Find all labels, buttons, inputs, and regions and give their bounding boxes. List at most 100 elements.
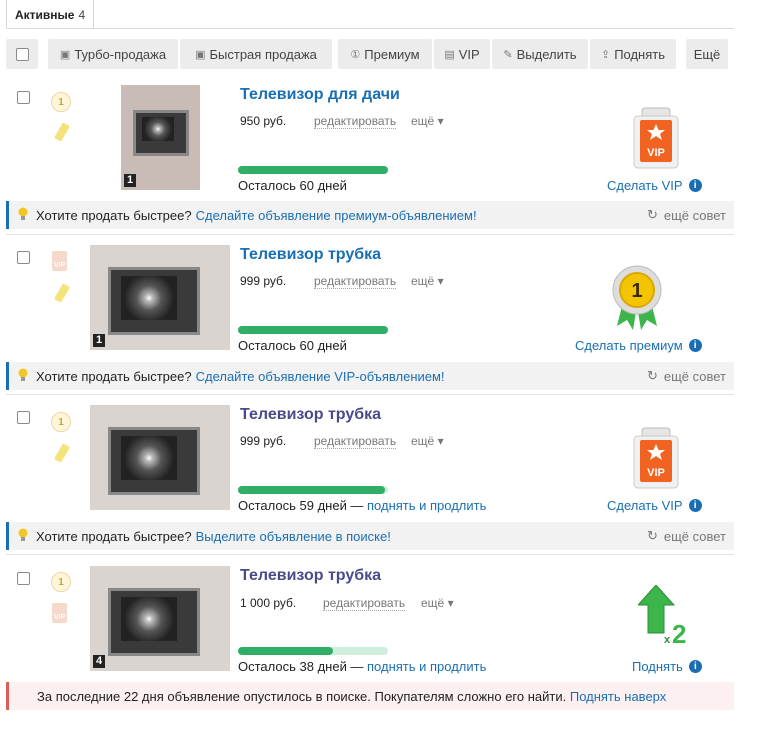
raise-link[interactable]: Поднять i [632, 659, 702, 674]
vip-badge-icon[interactable]: VIP [626, 104, 686, 170]
premium-label: Премиум [364, 46, 420, 62]
vip-badge-text: VIP [647, 147, 665, 159]
remaining-days: Осталось 38 дней — [238, 659, 364, 674]
more-dropdown[interactable]: ещё ▾ [421, 596, 454, 610]
refresh-icon: ↻ [646, 368, 658, 383]
select-all-button[interactable] [6, 39, 38, 69]
more-tip-button[interactable]: ↻ ещё совет [647, 207, 726, 223]
raise-and-extend-link[interactable]: поднять и продлить [367, 659, 486, 674]
tv-body [108, 427, 200, 495]
vip-badge-icon[interactable]: VIP [626, 424, 686, 490]
remaining-progress-fill [238, 647, 333, 655]
info-icon[interactable]: i [688, 339, 702, 352]
refresh-icon: ↻ [646, 528, 658, 543]
remaining-days: Осталось 59 дней — [238, 498, 364, 513]
chevron-down-icon: ▾ [437, 274, 444, 288]
tab-active[interactable]: Активные 4 [6, 0, 95, 29]
raise-to-top-link[interactable]: Поднять наверх [570, 689, 666, 704]
remaining-days: Осталось 60 дней [238, 178, 347, 193]
vip-mini-icon: VIP [52, 251, 67, 271]
tip-question: Хотите продать быстрее? [36, 207, 192, 223]
lightbulb-icon [18, 207, 28, 224]
item-title[interactable]: Телевизор для дачи [240, 86, 400, 104]
item-title[interactable]: Телевизор трубка [240, 406, 381, 424]
select-all-checkbox[interactable] [15, 47, 29, 61]
raise-and-extend-link[interactable]: поднять и продлить [367, 498, 486, 513]
tip-bar: Хотите продать быстрее? Сделайте объявле… [6, 362, 734, 390]
item-photo[interactable] [90, 405, 230, 510]
item-checkbox[interactable] [17, 91, 30, 104]
remaining-progress [238, 166, 388, 174]
coin-icon: ① [350, 48, 361, 61]
row-divider [6, 394, 734, 395]
edit-link[interactable]: редактировать [314, 115, 397, 129]
tv-body [108, 267, 200, 335]
make-vip-label: Сделать VIP [607, 178, 683, 193]
info-icon[interactable]: i [688, 660, 702, 673]
premium-coin-icon: 1 [51, 572, 71, 592]
more-dropdown[interactable]: ещё ▾ [411, 274, 444, 288]
vip-badge-text: VIP [647, 467, 665, 479]
remaining-days: Осталось 60 дней [238, 338, 347, 353]
tip-question: Хотите продать быстрее? [36, 528, 192, 544]
make-vip-link[interactable]: Сделать VIP i [607, 498, 702, 513]
more-dropdown[interactable]: ещё ▾ [411, 114, 444, 128]
premium-button[interactable]: ① Премиум [338, 39, 432, 69]
tip-link[interactable]: Сделайте объявление премиум-объявлением! [196, 208, 477, 223]
item-title[interactable]: Телевизор трубка [240, 246, 381, 264]
tip-link[interactable]: Выделите объявление в поиске! [196, 529, 391, 544]
raise-arrow-icon[interactable]: x 2 [636, 584, 696, 649]
box-icon: ▣ [195, 48, 206, 61]
more-dropdown[interactable]: ещё ▾ [411, 434, 444, 448]
tip-bar: Хотите продать быстрее? Сделайте объявле… [6, 201, 734, 229]
highlight-label: Выделить [516, 46, 577, 62]
remaining-progress-fill [238, 486, 385, 494]
tab-active-count: 4 [78, 7, 86, 22]
turbo-sale-button[interactable]: ▣ Турбо-продажа [48, 39, 178, 69]
more-tip-button[interactable]: ↻ ещё совет [647, 528, 726, 544]
premium-coin-icon: 1 [51, 412, 71, 432]
raise-button[interactable]: ⇪ Поднять [590, 39, 676, 69]
item-photo[interactable]: 4 [90, 566, 230, 671]
item-photo[interactable]: 1 [90, 245, 230, 350]
more-dropdown-label: ещё [411, 434, 435, 448]
more-dropdown-label: ещё [411, 274, 435, 288]
tip-link[interactable]: Сделайте объявление VIP-объявлением! [196, 369, 445, 384]
vip-mini-icon: VIP [52, 603, 67, 623]
item-checkbox[interactable] [17, 251, 30, 264]
make-vip-label: Сделать VIP [607, 498, 683, 513]
item-title[interactable]: Телевизор трубка [240, 567, 381, 585]
fast-sale-button[interactable]: ▣ Быстрая продажа [180, 39, 332, 69]
vip-button[interactable]: ▤ VIP [434, 39, 490, 69]
info-icon[interactable]: i [688, 179, 702, 192]
more-tip-button[interactable]: ↻ ещё совет [647, 368, 726, 384]
item-checkbox[interactable] [17, 572, 30, 585]
tip-bar: Хотите продать быстрее? Выделите объявле… [6, 522, 734, 550]
premium-medal-icon[interactable]: 1 [609, 262, 665, 334]
more-dropdown-label: ещё [411, 114, 435, 128]
highlight-pencil-icon [54, 122, 70, 142]
tv-body [133, 110, 189, 156]
edit-link[interactable]: редактировать [314, 275, 397, 289]
tab-divider [6, 28, 734, 29]
premium-coin-icon: 1 [51, 92, 71, 112]
edit-link[interactable]: редактировать [314, 435, 397, 449]
more-dropdown-label: ещё [421, 596, 445, 610]
highlight-pencil-icon [54, 283, 70, 303]
box-icon: ▣ [59, 48, 71, 61]
remaining-progress [238, 326, 388, 334]
make-premium-link[interactable]: Сделать премиум i [575, 338, 702, 353]
raise-label: Поднять [614, 46, 666, 62]
highlight-button[interactable]: ✎ Выделить [492, 39, 588, 69]
fast-sale-label: Быстрая продажа [209, 46, 317, 62]
edit-link[interactable]: редактировать [323, 597, 406, 611]
item-checkbox[interactable] [17, 411, 30, 424]
more-button[interactable]: Ещё [686, 39, 728, 69]
make-vip-link[interactable]: Сделать VIP i [607, 178, 702, 193]
warning-bar: За последние 22 дня объявление опустилос… [6, 682, 734, 710]
info-icon[interactable]: i [688, 499, 702, 512]
remaining-progress [238, 647, 388, 655]
photo-count: 4 [93, 655, 106, 668]
item-photo[interactable]: 1 [121, 85, 200, 190]
make-premium-label: Сделать премиум [575, 338, 683, 353]
